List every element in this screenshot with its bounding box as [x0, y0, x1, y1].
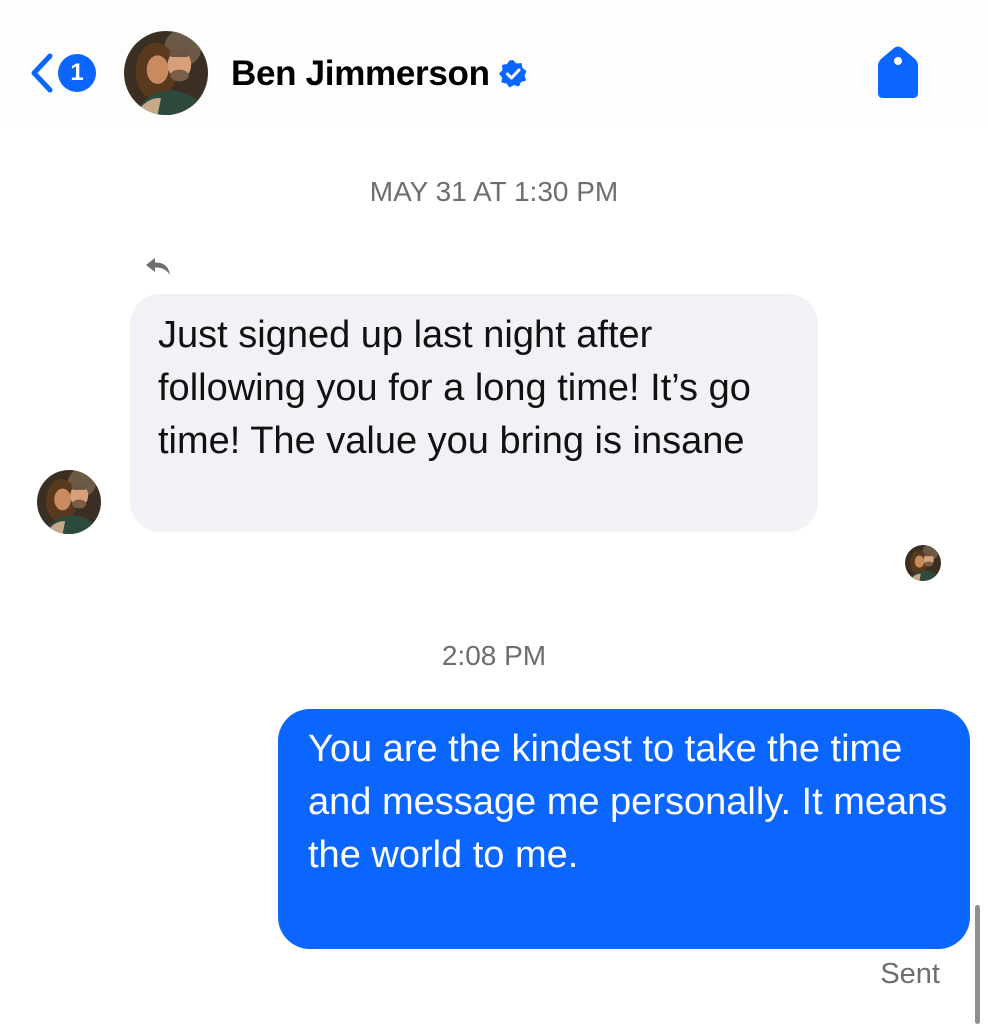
messenger-chat-screen: 1 Ben Jimmerson MAY 31 AT 1:30 PM Just s…: [0, 0, 988, 1024]
outgoing-message-bubble[interactable]: You are the kindest to take the time and…: [278, 709, 970, 949]
chevron-left-icon: [31, 53, 53, 93]
timestamp: 2:08 PM: [441, 640, 547, 671]
unread-count-badge: 1: [58, 54, 96, 92]
sender-avatar[interactable]: [37, 470, 101, 534]
contact-avatar[interactable]: [124, 31, 208, 115]
back-button[interactable]: 1: [28, 48, 108, 98]
timestamp: MAY 31 AT 1:30 PM: [369, 176, 619, 207]
chat-header: 1 Ben Jimmerson: [0, 0, 988, 128]
read-receipt-avatar: [905, 545, 941, 581]
tag-icon[interactable]: [874, 44, 922, 100]
sent-status: Sent: [880, 958, 940, 990]
contact-name: Ben Jimmerson: [231, 54, 490, 93]
scrollbar[interactable]: [975, 905, 980, 1024]
contact-title[interactable]: Ben Jimmerson: [231, 52, 528, 96]
reply-icon: [146, 258, 170, 275]
incoming-message-bubble[interactable]: Just signed up last night after followin…: [130, 294, 818, 532]
verified-icon: [498, 60, 527, 88]
